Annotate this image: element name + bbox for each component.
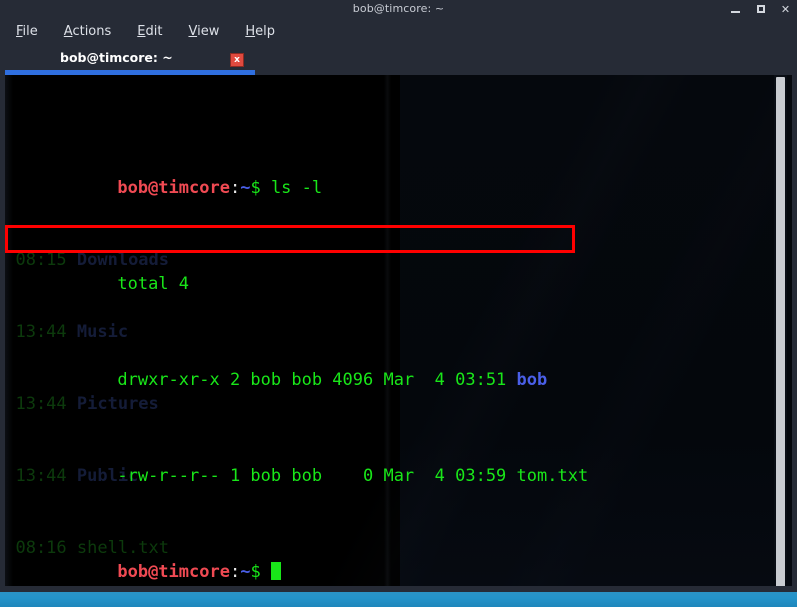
menu-item-edit[interactable]: Edit	[135, 23, 164, 40]
terminal-output: bob@timcore:~$ ls -l total 4 drwxr-xr-x …	[15, 80, 792, 586]
prompt-path-2: ~	[240, 562, 251, 582]
output-total-label: total 4	[117, 274, 190, 294]
terminal-prompt-line-2: bob@timcore:~$	[15, 536, 792, 582]
terminal-bleed-left	[5, 75, 13, 586]
window-title: bob@timcore: ~	[352, 2, 445, 15]
menu-help-label: elp	[255, 23, 275, 39]
maximize-button[interactable]	[755, 2, 766, 16]
terminal-window: bob@timcore: ~ ✕ File Actions Edit View …	[0, 0, 797, 592]
prompt-sigil-2: $	[250, 562, 261, 582]
menu-view-label: iew	[197, 23, 220, 39]
tabbar: bob@timcore: ~ x	[0, 44, 797, 75]
prompt-colon-2: :	[229, 562, 241, 582]
menu-edit-label: dit	[145, 23, 163, 39]
close-button[interactable]: ✕	[780, 2, 791, 16]
prompt-sigil: $	[250, 178, 261, 198]
prompt-colon: :	[229, 178, 241, 198]
menu-item-actions[interactable]: Actions	[62, 23, 114, 40]
maximize-icon	[756, 5, 765, 13]
menu-edit-mnemonic: E	[137, 23, 146, 39]
menu-view-mnemonic: V	[188, 23, 198, 39]
tab-label: bob@timcore: ~	[60, 50, 173, 65]
terminal-listing-row-dir: drwxr-xr-x 2 bob bob 4096 Mar 4 03:51 bo…	[15, 344, 792, 390]
menubar: File Actions Edit View Help	[0, 18, 797, 44]
prompt-path: ~	[240, 178, 251, 198]
terminal-area: 2 08:15 Downloads 5 13:44 Music 5 13:44 …	[0, 75, 797, 592]
menu-item-view[interactable]: View	[186, 23, 221, 40]
listing-file-meta: -rw-r--r-- 1 bob bob 0 Mar 4 03:59	[117, 466, 517, 486]
listing-dir-name: bob	[516, 370, 548, 390]
minimize-icon	[731, 10, 740, 13]
listing-dir-meta: drwxr-xr-x 2 bob bob 4096 Mar 4 03:51	[117, 370, 517, 390]
prompt-user-host-2: bob@timcore	[117, 562, 230, 582]
terminal-listing-row-file: -rw-r--r-- 1 bob bob 0 Mar 4 03:59 tom.t…	[15, 440, 792, 486]
terminal-prompt-line-1: bob@timcore:~$ ls -l	[15, 152, 792, 198]
tab-close-button[interactable]: x	[230, 53, 244, 67]
text-cursor	[270, 562, 281, 580]
scrollbar-thumb[interactable]	[776, 77, 785, 586]
menu-file-label: ile	[22, 23, 38, 39]
terminal-vertical-scrollbar[interactable]	[774, 75, 787, 586]
menu-item-help[interactable]: Help	[243, 23, 277, 40]
menu-help-mnemonic: H	[245, 23, 256, 39]
listing-file-name: tom.txt	[516, 466, 589, 486]
minimize-button[interactable]	[730, 2, 741, 16]
menu-item-file[interactable]: File	[14, 23, 40, 40]
terminal-command-ls: ls -l	[260, 178, 323, 198]
window-controls: ✕	[730, 0, 791, 18]
terminal-output-total: total 4	[15, 248, 792, 294]
prompt-user-host: bob@timcore	[117, 178, 230, 198]
terminal-screen[interactable]: 2 08:15 Downloads 5 13:44 Music 5 13:44 …	[5, 75, 792, 586]
menu-actions-label: ctions	[72, 23, 112, 39]
window-titlebar[interactable]: bob@timcore: ~ ✕	[0, 0, 797, 18]
